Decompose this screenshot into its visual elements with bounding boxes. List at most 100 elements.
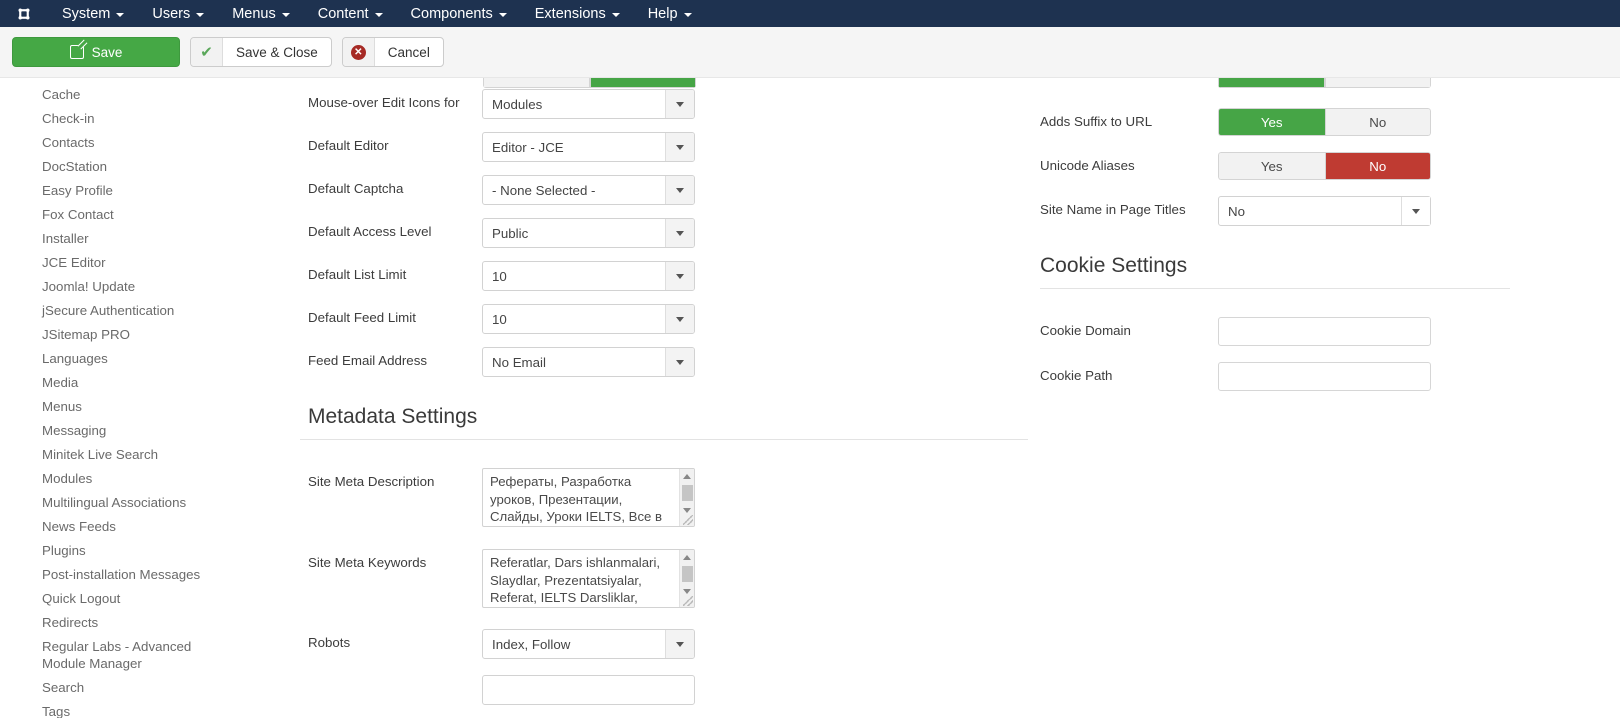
sidebar-item-minitek-live-search[interactable]: Minitek Live Search (0, 442, 250, 466)
select-value: No Email (483, 348, 665, 376)
field-label: Default Editor (308, 132, 482, 154)
sidebar-item-label: Joomla! Update (42, 279, 135, 294)
toggle-option-no[interactable]: No (1325, 152, 1432, 180)
default-access-level-select[interactable]: Public (482, 218, 695, 248)
toggle-option-yes[interactable]: Yes (1218, 108, 1325, 136)
site-meta-keywords-textarea[interactable]: Referatlar, Dars ishlanmalari, Slaydlar,… (482, 549, 695, 608)
chevron-down-icon (665, 176, 694, 204)
sidebar-item-label: Easy Profile (42, 183, 113, 198)
sidebar-item-joomla-update[interactable]: Joomla! Update (0, 274, 250, 298)
sidebar-item-cache[interactable]: Cache (0, 82, 250, 106)
sidebar-item-docstation[interactable]: DocStation (0, 154, 250, 178)
joomla-logo-icon[interactable] (10, 0, 38, 27)
sidebar-item-label: Check-in (42, 111, 94, 126)
sidebar-item-tags[interactable]: Tags (0, 699, 250, 718)
sidebar-item-fox-contact[interactable]: Fox Contact (0, 202, 250, 226)
site-meta-description-textarea[interactable]: Рефераты, Разработка уроков, Презентации… (482, 468, 695, 527)
sidebar-item-redirects[interactable]: Redirects (0, 610, 250, 634)
field-site-meta-keywords: Site Meta Keywords Referatlar, Dars ishl… (300, 549, 1040, 608)
menu-item-extensions[interactable]: Extensions (521, 0, 634, 27)
resize-grip-icon[interactable] (683, 515, 693, 525)
toggle-option-yes[interactable]: Yes (1218, 152, 1325, 180)
field-label: Site Meta Description (308, 468, 482, 490)
robots-select[interactable]: Index, Follow (482, 629, 695, 659)
site-name-in-page-titles-select[interactable]: No (1218, 196, 1431, 226)
sidebar-item-quick-logout[interactable]: Quick Logout (0, 586, 250, 610)
sidebar-item-label: Cache (42, 87, 80, 102)
sidebar-item-easy-profile[interactable]: Easy Profile (0, 178, 250, 202)
feed-email-address-select[interactable]: No Email (482, 347, 695, 377)
sidebar-item-plugins[interactable]: Plugins (0, 538, 250, 562)
field-label: Feed Email Address (308, 347, 482, 369)
sidebar-item-languages[interactable]: Languages (0, 346, 250, 370)
pencil-square-icon (70, 45, 84, 59)
sidebar-item-regular-labs-advanced-module-manager[interactable]: Regular Labs - Advanced Module Manager (0, 634, 250, 675)
select-value: Modules (483, 90, 665, 118)
cancel-label: Cancel (375, 38, 443, 66)
unicode-aliases-toggle[interactable]: Yes No (1218, 152, 1431, 180)
sidebar-item-messaging[interactable]: Messaging (0, 418, 250, 442)
select-value: No (1228, 204, 1245, 219)
sidebar-item-modules[interactable]: Modules (0, 466, 250, 490)
sidebar-item-jsitemap-pro[interactable]: JSitemap PRO (0, 322, 250, 346)
field-label: Site Name in Page Titles (1040, 196, 1218, 218)
mouse-over-edit-icons-select[interactable]: Modules (482, 89, 695, 119)
sidebar-item-menus[interactable]: Menus (0, 394, 250, 418)
save-and-close-button[interactable]: ✔ Save & Close (190, 37, 332, 67)
textarea-value: Рефераты, Разработка уроков, Презентации… (483, 469, 679, 526)
chevron-down-icon (375, 13, 383, 17)
check-icon: ✔ (191, 38, 223, 66)
sidebar-item-multilingual-associations[interactable]: Multilingual Associations (0, 490, 250, 514)
sidebar-item-jce-editor[interactable]: JCE Editor (0, 250, 250, 274)
save-button[interactable]: Save (12, 37, 180, 67)
resize-grip-icon[interactable] (683, 596, 693, 606)
scroll-up-icon[interactable] (680, 550, 695, 565)
scroll-thumb[interactable] (682, 566, 693, 582)
field-label: Site Meta Keywords (308, 549, 482, 571)
field-label: Default Access Level (308, 218, 482, 240)
field-label: Default Feed Limit (308, 304, 482, 326)
sidebar-item-news-feeds[interactable]: News Feeds (0, 514, 250, 538)
chevron-down-icon (665, 133, 694, 161)
sidebar-item-check-in[interactable]: Check-in (0, 106, 250, 130)
default-editor-select[interactable]: Editor - JCE (482, 132, 695, 162)
cookie-domain-input[interactable] (1218, 317, 1431, 346)
chevron-down-icon (612, 13, 620, 17)
sidebar: Cache Check-in Contacts DocStation Easy … (0, 78, 300, 718)
menu-item-components[interactable]: Components (397, 0, 521, 27)
save-button-label: Save (92, 45, 123, 60)
cookie-path-input[interactable] (1218, 362, 1431, 391)
sidebar-item-label: Contacts (42, 135, 94, 150)
menu-item-content[interactable]: Content (304, 0, 397, 27)
sidebar-item-jsecure-authentication[interactable]: jSecure Authentication (0, 298, 250, 322)
toggle-option-no[interactable]: No (1325, 108, 1432, 136)
menu-item-users[interactable]: Users (138, 0, 218, 27)
sidebar-item-post-installation-messages[interactable]: Post-installation Messages (0, 562, 250, 586)
section-divider (1040, 288, 1510, 289)
default-list-limit-select[interactable]: 10 (482, 261, 695, 291)
sidebar-item-search[interactable]: Search (0, 675, 250, 699)
scroll-up-icon[interactable] (680, 469, 695, 484)
field-default-feed-limit: Default Feed Limit 10 (300, 304, 1040, 334)
clipped-toggle[interactable] (1218, 78, 1431, 88)
clipped-input[interactable] (482, 675, 695, 705)
sidebar-item-label: jSecure Authentication (42, 303, 174, 318)
chevron-down-icon (665, 630, 694, 658)
page-body: Cache Check-in Contacts DocStation Easy … (0, 78, 1620, 718)
clipped-toggle[interactable] (483, 78, 696, 88)
sidebar-item-installer[interactable]: Installer (0, 226, 250, 250)
section-divider (300, 439, 1028, 440)
sidebar-item-contacts[interactable]: Contacts (0, 130, 250, 154)
cancel-button[interactable]: ✕ Cancel (342, 37, 444, 67)
sidebar-item-label: DocStation (42, 159, 107, 174)
default-feed-limit-select[interactable]: 10 (482, 304, 695, 334)
scroll-thumb[interactable] (682, 485, 693, 501)
menu-item-system[interactable]: System (48, 0, 138, 27)
field-label: Cookie Path (1040, 362, 1218, 384)
chevron-down-icon (665, 90, 694, 118)
sidebar-item-media[interactable]: Media (0, 370, 250, 394)
adds-suffix-to-url-toggle[interactable]: Yes No (1218, 108, 1431, 136)
menu-item-help[interactable]: Help (634, 0, 706, 27)
menu-item-menus[interactable]: Menus (218, 0, 304, 27)
default-captcha-select[interactable]: - None Selected - (482, 175, 695, 205)
